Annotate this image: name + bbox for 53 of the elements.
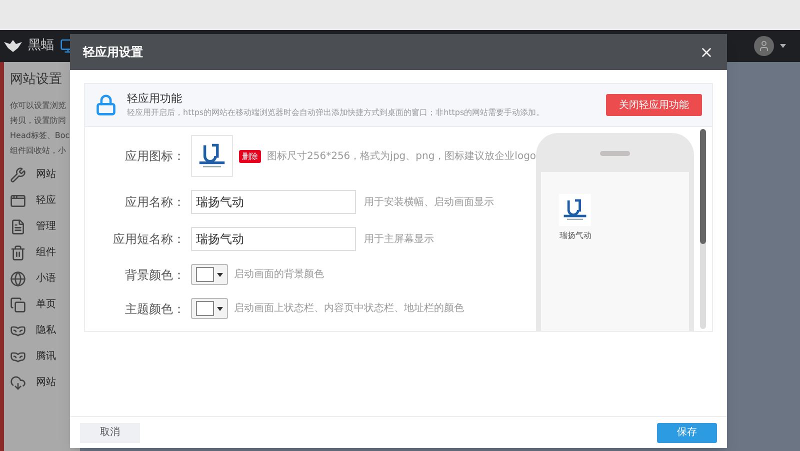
field-hint: 图标尺寸256*256，格式为jpg、png，图标建议放企业logo bbox=[267, 150, 536, 164]
copy-icon bbox=[10, 296, 26, 312]
sidebar-item[interactable]: 腾讯 bbox=[10, 344, 80, 370]
preview-app-name: 瑞扬气动 bbox=[559, 230, 592, 242]
sidebar-item[interactable]: 网站 bbox=[10, 370, 80, 396]
notice-title: 轻应用功能 bbox=[127, 90, 183, 107]
color-picker[interactable] bbox=[191, 264, 228, 285]
field-hint: 启动画面上状态栏、内容页中状态栏、地址栏的颜色 bbox=[234, 302, 464, 316]
color-picker[interactable] bbox=[191, 298, 228, 319]
field-label: 背景颜色： bbox=[124, 266, 185, 284]
sidebar-item[interactable]: 轻应 bbox=[10, 188, 80, 214]
field-label: 主题颜色： bbox=[124, 300, 185, 318]
field-hint: 用于安装横幅、启动画面显示 bbox=[364, 196, 494, 210]
field-label: 应用名称： bbox=[124, 194, 185, 211]
field-hint: 用于主屏幕显示 bbox=[364, 232, 434, 246]
scrollbar[interactable] bbox=[700, 129, 706, 329]
wrench-icon bbox=[10, 166, 26, 182]
bat-logo-icon bbox=[4, 40, 22, 52]
globe-icon bbox=[10, 270, 26, 286]
field-hint: 启动画面的背景颜色 bbox=[234, 268, 324, 282]
disable-button[interactable]: 关闭轻应用功能 bbox=[606, 94, 702, 116]
lock-icon bbox=[95, 94, 117, 116]
cancel-button[interactable]: 取消 bbox=[80, 422, 140, 442]
sidebar-item[interactable]: 单页 bbox=[10, 292, 80, 318]
sidebar-title: 网站设置 bbox=[10, 71, 63, 89]
icon-thumbnail[interactable] bbox=[191, 135, 233, 177]
scrollbar-thumb[interactable] bbox=[700, 129, 706, 244]
text-field[interactable]: 瑞扬气动 bbox=[191, 227, 356, 251]
logo-image bbox=[559, 194, 592, 226]
field-label: 应用短名称： bbox=[112, 231, 185, 248]
trash-icon bbox=[10, 244, 26, 260]
cloud-download-icon bbox=[10, 374, 26, 390]
notice-description: 轻应用开启后，https的网站在移动端浏览器时会自动弹出添加快捷方式到桌面的窗口；非https的网站需要手动添加。 bbox=[127, 107, 544, 120]
color-swatch bbox=[196, 301, 214, 316]
logo-text: 黑蝠 bbox=[28, 37, 54, 56]
caret-icon[interactable] bbox=[780, 44, 786, 48]
field-label: 应用图标： bbox=[124, 148, 185, 165]
sidebar-item[interactable]: 管理 bbox=[10, 214, 80, 240]
document-icon bbox=[10, 218, 26, 234]
text-field[interactable]: 瑞扬气动 bbox=[191, 190, 356, 214]
dialog-title: 轻应用设置 bbox=[83, 44, 143, 61]
caret-icon bbox=[217, 306, 223, 310]
color-swatch bbox=[196, 267, 214, 282]
sidebar-item[interactable]: 小语 bbox=[10, 266, 80, 292]
sidebar-item[interactable]: 网站 bbox=[10, 162, 80, 188]
caret-icon bbox=[217, 272, 223, 276]
sidebar-item[interactable]: 隐私 bbox=[10, 318, 80, 344]
phone-speaker bbox=[600, 151, 630, 156]
sidebar-description: 你可以设置浏览 拷贝，设置防同 Head标签、Boc 组件回收站，小 bbox=[10, 100, 71, 156]
delete-button[interactable]: 删除 bbox=[239, 150, 261, 162]
app-window-icon bbox=[10, 192, 26, 208]
sidebar-item[interactable]: 组件 bbox=[10, 240, 80, 266]
avatar[interactable] bbox=[754, 36, 774, 56]
